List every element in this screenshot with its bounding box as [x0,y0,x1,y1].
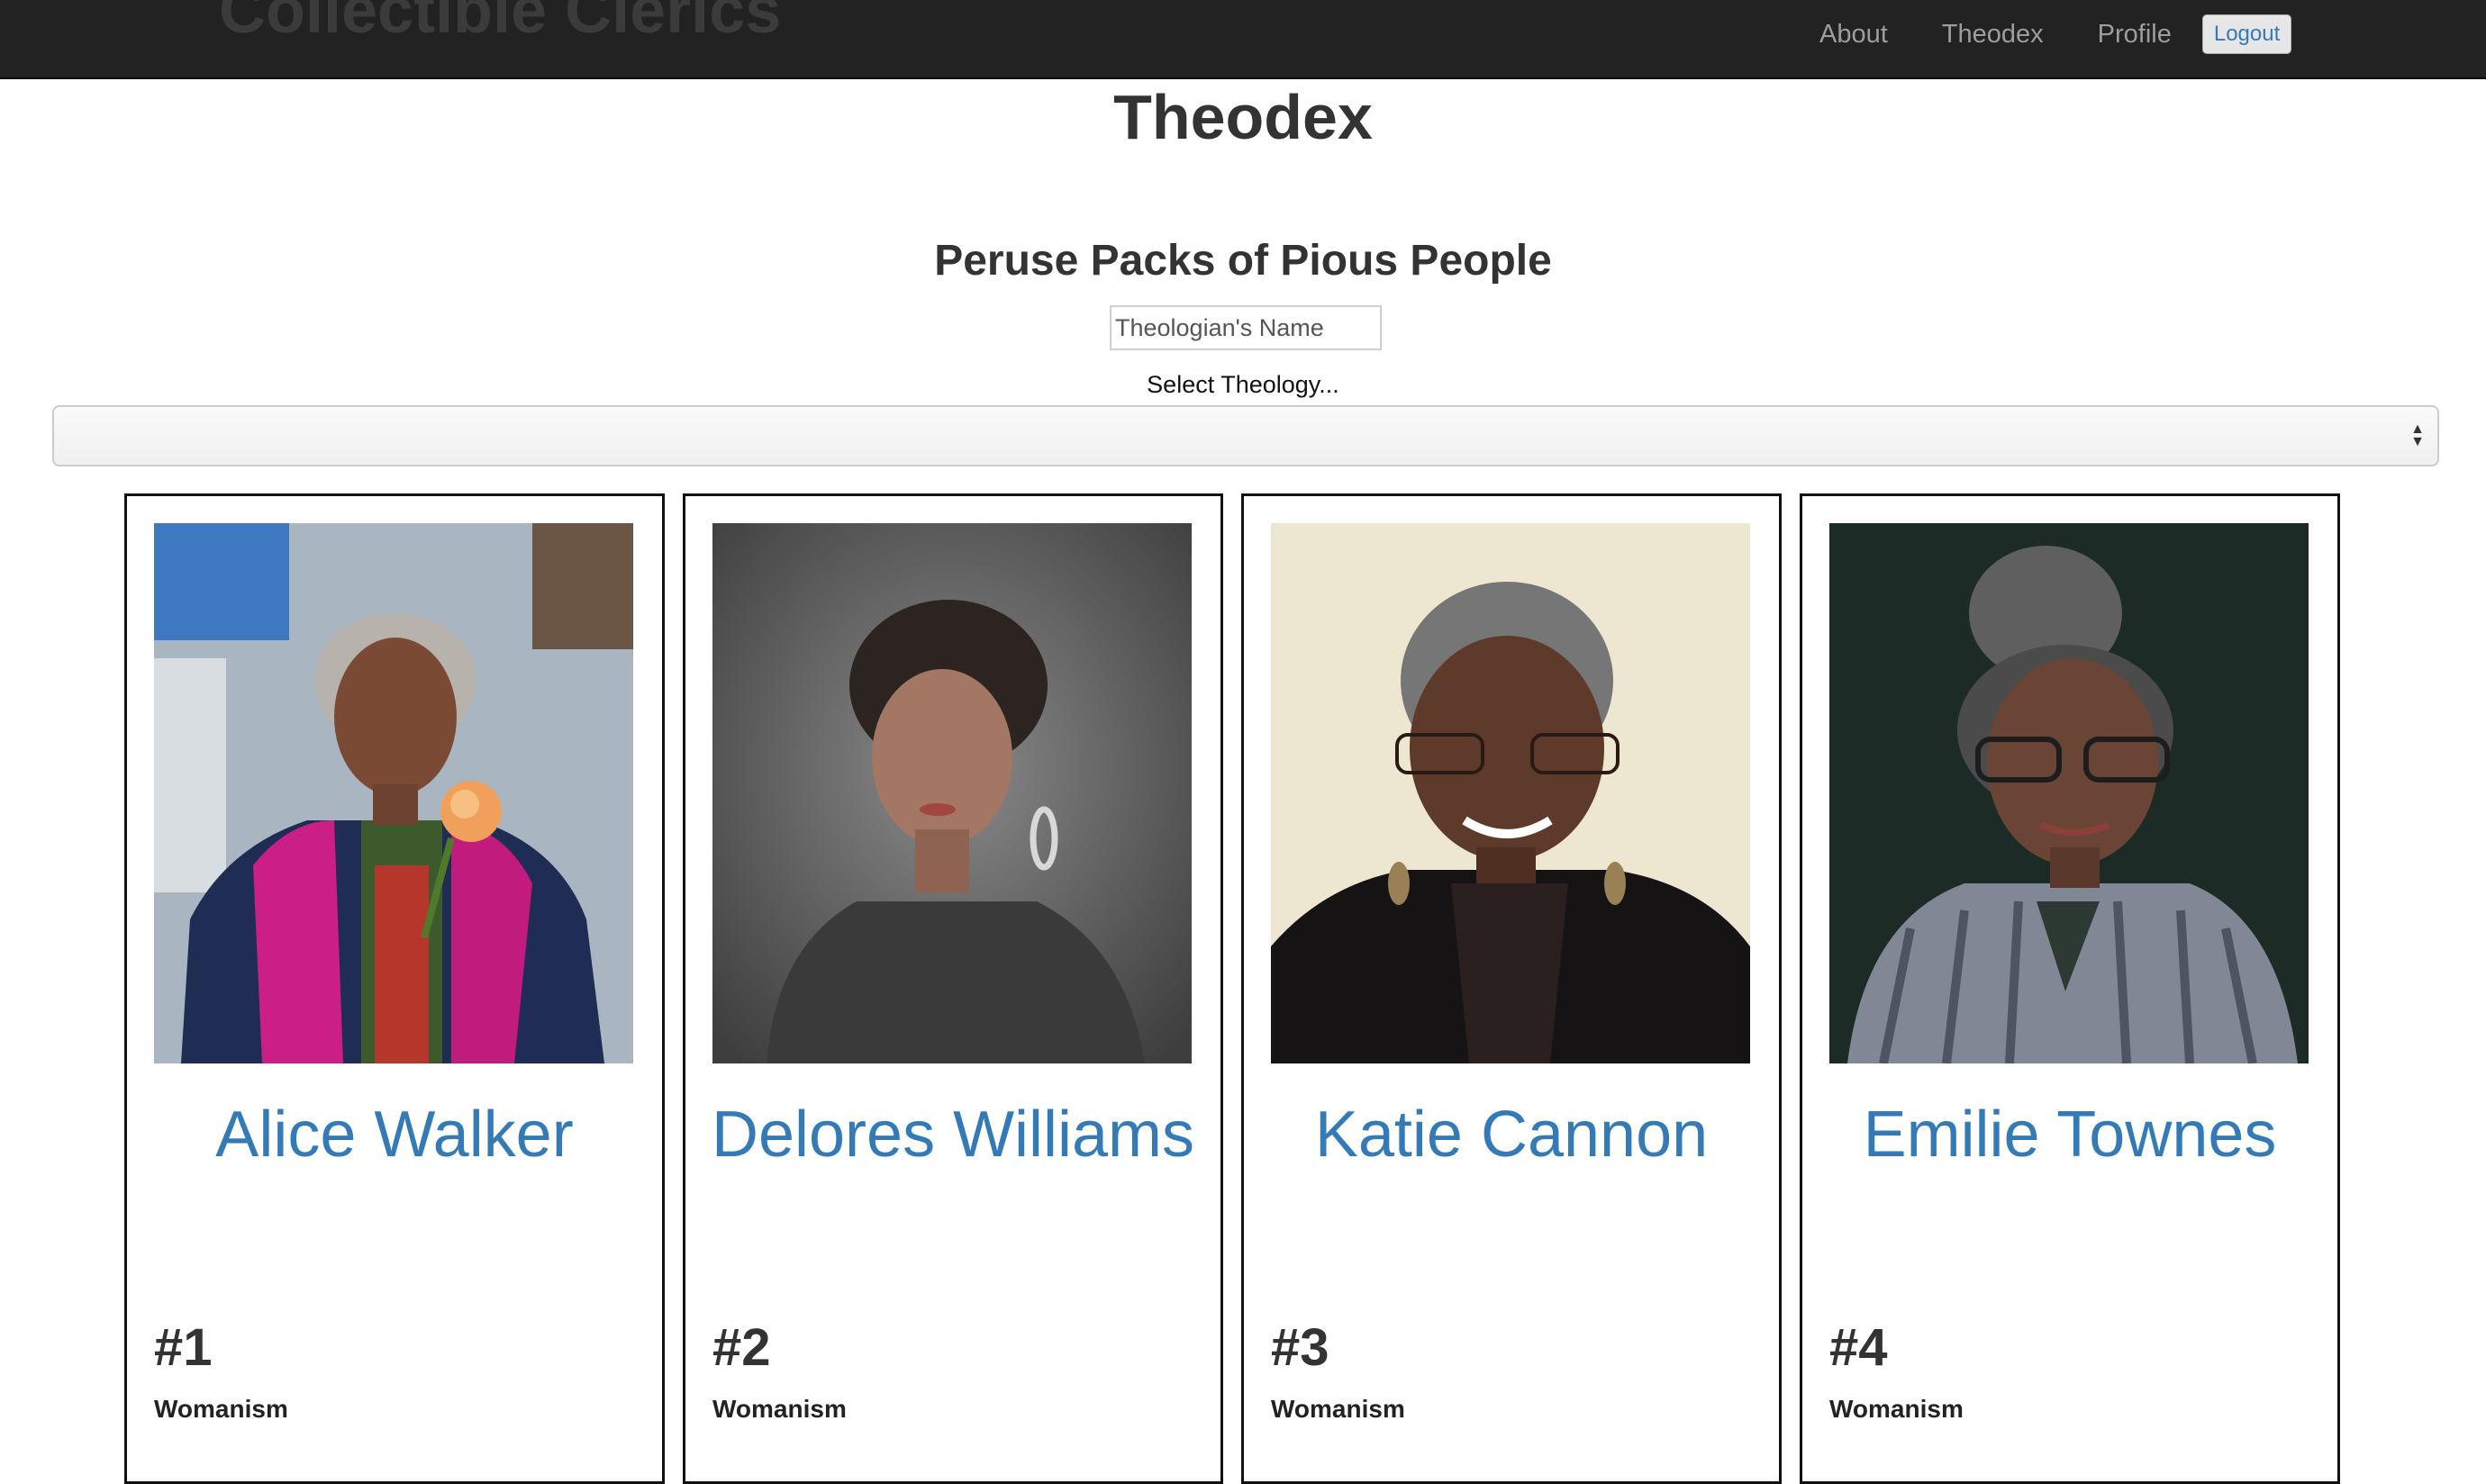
card-theology: Womanism [1271,1395,1405,1423]
brand-title[interactable]: Collectible Clerics [219,0,781,43]
card-name[interactable]: Katie Cannon [1253,1099,1770,1170]
theologian-card[interactable]: Katie Cannon #3 Womanism [1241,493,1782,1484]
select-arrows-icon: ▲ ▼ [2410,421,2425,449]
nav-links: About Theodex Profile Logout [1792,0,2292,68]
portrait-alice-walker [154,523,633,1063]
card-number: #1 [154,1318,213,1377]
navbar: Collectible Clerics About Theodex Profil… [0,0,2486,79]
portrait-image [154,523,633,1063]
portrait-katie-cannon [1271,523,1750,1063]
theologian-card[interactable]: Alice Walker #1 Womanism [124,493,665,1484]
card-theology: Womanism [154,1395,288,1423]
theology-select-label: Select Theology... [1147,371,1339,398]
card-number: #4 [1829,1318,1888,1377]
card-name[interactable]: Alice Walker [136,1099,653,1170]
theologian-card[interactable]: Delores Williams #2 Womanism [683,493,1223,1484]
theologian-name-input[interactable] [1110,305,1382,350]
card-name[interactable]: Delores Williams [694,1099,1211,1170]
card-theology: Womanism [1829,1395,1964,1423]
card-number: #3 [1271,1318,1329,1377]
portrait-image [712,523,1192,1063]
card-theology: Womanism [712,1395,847,1423]
logout-button[interactable]: Logout [2201,14,2292,54]
theologian-card[interactable]: Emilie Townes #4 Womanism [1800,493,2340,1484]
card-list: Alice Walker #1 Womanism Delores William… [0,493,2486,1484]
page-title: Theodex [1113,82,1373,152]
portrait-delores-williams [712,523,1192,1063]
portrait-emilie-townes [1829,523,2309,1063]
nav-link-about[interactable]: About [1792,20,1915,50]
theology-select[interactable]: ▲ ▼ [52,405,2439,466]
portrait-image [1271,523,1750,1063]
card-number: #2 [712,1318,771,1377]
card-name[interactable]: Emilie Townes [1811,1099,2328,1170]
nav-link-profile[interactable]: Profile [2071,20,2199,50]
portrait-image [1829,523,2309,1063]
nav-link-theodex[interactable]: Theodex [1915,20,2071,50]
page-subtitle: Peruse Packs of Pious People [934,237,1552,285]
